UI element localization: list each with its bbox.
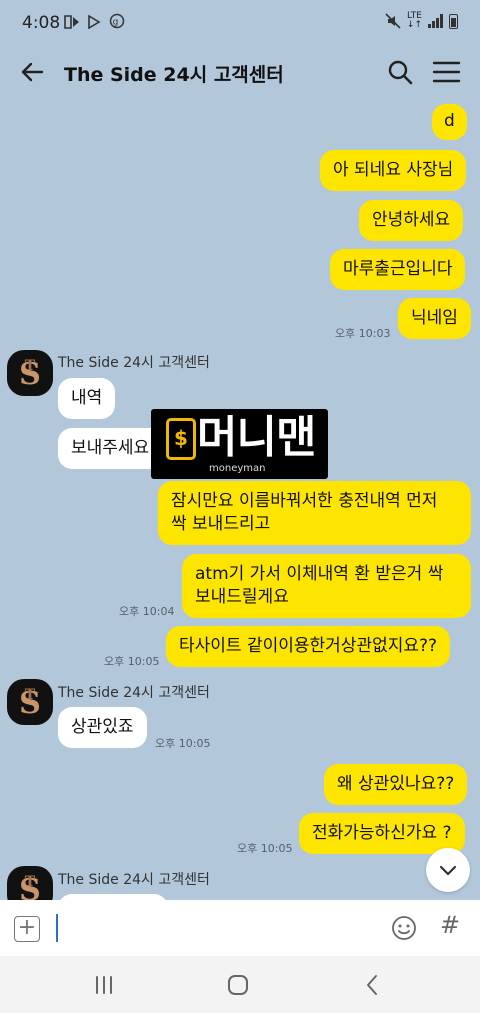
sender-name: The Side 24시 고객센터 [58,355,210,371]
message-timestamp: 오후 10:05 [155,737,211,750]
my-message[interactable]: 아 되네요 사장님 [320,150,467,191]
my-message[interactable]: d [432,104,467,140]
recent-apps-icon[interactable] [91,972,117,998]
ts-logo-icon: ST [19,873,41,900]
mute-icon [385,13,401,29]
ts-logo-icon: ST [19,686,41,721]
my-message[interactable]: 마루출근입니다 [330,249,466,290]
chevron-down-icon [439,865,457,876]
chat-title: The Side 24시 고객센터 [64,64,284,86]
my-message[interactable]: 안녕하세요 [359,200,464,241]
watermark-title: 머니맨 [197,412,316,463]
add-attachment-button[interactable]: + [14,916,40,942]
signal-icon [428,14,443,28]
g-app-icon: g [109,13,125,29]
ts-logo-icon: ST [19,357,41,392]
their-message[interactable]: 상관있죠 [58,707,147,748]
lte-icon: LTE ↓↑ [406,11,422,30]
message-input-bar: + # [0,900,480,956]
battery-icon [449,13,458,29]
status-time: 4:08 [22,13,61,33]
avatar[interactable]: ST [7,350,53,396]
my-message[interactable]: 닉네임 [398,298,471,339]
their-message[interactable]: 보내주세요 [58,428,163,469]
my-message[interactable]: 전화가능하신가요 ? [299,813,465,854]
my-message[interactable]: 타사이트 같이이용한거상관없지요?? [166,626,451,667]
scroll-to-bottom-button[interactable] [426,848,470,892]
chat-header: The Side 24시 고객센터 [0,44,480,100]
play-icon [88,14,102,30]
my-message[interactable]: 잠시만요 이름바꿔서한 충전내역 먼저 싹 보내드리고 [158,481,471,545]
text-cursor [56,914,58,942]
message-timestamp: 오후 10:05 [237,842,293,855]
svg-text:T: T [25,358,36,374]
svg-text:T: T [25,874,36,890]
hashtag-button[interactable]: # [440,911,460,939]
message-timestamp: 오후 10:04 [119,605,175,618]
search-icon[interactable] [384,56,416,88]
status-bar: 4:08 g LTE ↓↑ [0,0,480,44]
back-nav-icon[interactable] [360,972,386,998]
message-input[interactable] [62,916,362,942]
emoji-icon[interactable] [390,914,418,942]
moneyman-watermark: $ 머니맨 moneyman [151,409,328,479]
messenger-icon [64,15,79,29]
my-message[interactable]: atm기 가서 이체내역 환 받은거 싹 보내드릴게요 [182,554,471,618]
svg-text:g: g [113,18,122,28]
message-timestamp: 오후 10:03 [335,327,391,340]
hamburger-menu-icon[interactable] [430,56,462,88]
svg-text:T: T [25,687,36,703]
watermark-subtitle: moneyman [209,463,266,474]
notification-icons: g [64,13,125,33]
home-icon[interactable] [225,972,251,998]
my-message[interactable]: 왜 상관있나요?? [324,764,468,805]
phone-dollar-icon: $ [166,418,196,460]
avatar[interactable]: ST [7,866,53,900]
avatar[interactable]: ST [7,679,53,725]
system-nav-bar [0,956,480,1013]
their-message[interactable]: 내역 [58,378,116,419]
system-icons: LTE ↓↑ [385,12,458,30]
chat-message-list[interactable]: d 아 되네요 사장님 안녕하세요 마루출근입니다 오후 10:03 닉네임 S… [0,100,480,900]
message-timestamp: 오후 10:05 [104,655,160,668]
back-arrow-icon[interactable] [16,56,48,88]
sender-name: The Side 24시 고객센터 [58,872,210,888]
sender-name: The Side 24시 고객센터 [58,685,210,701]
